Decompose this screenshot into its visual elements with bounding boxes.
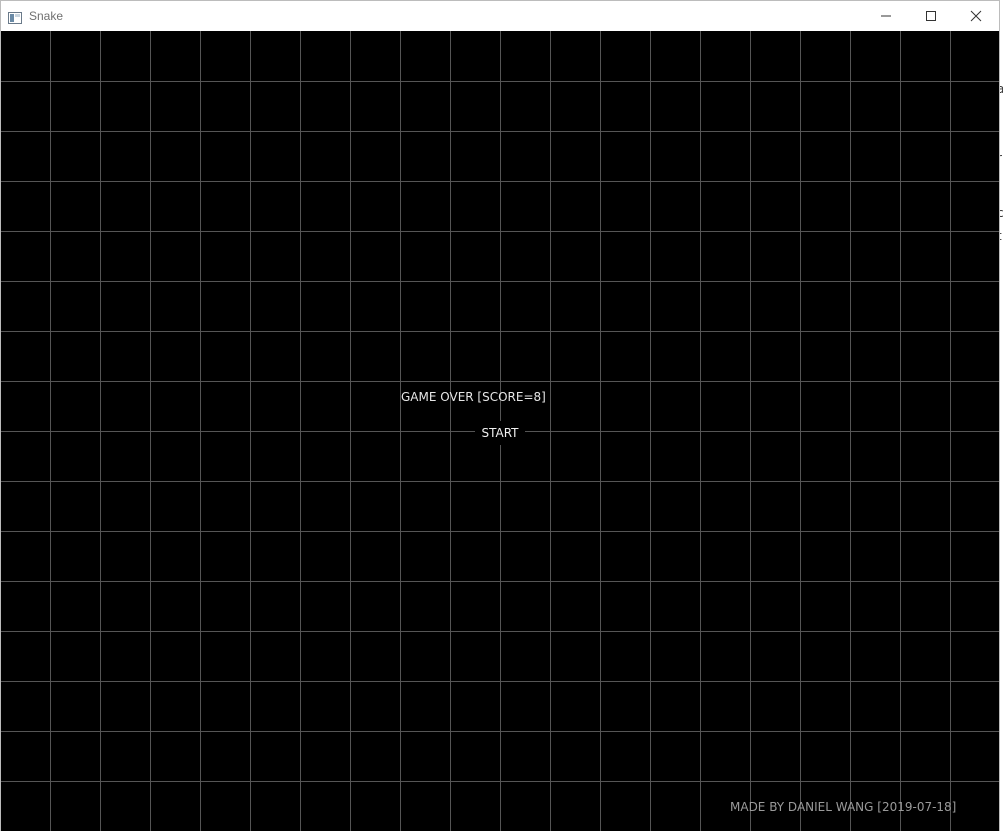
snake-window: Snake GAME OVER [SCORE=8] START MADE BY … (0, 0, 1000, 831)
maximize-button[interactable] (908, 1, 954, 31)
close-button[interactable] (953, 1, 999, 31)
title-bar[interactable]: Snake (1, 1, 999, 31)
background-glyph: r (1000, 151, 1002, 165)
background-glyph: t (1000, 229, 1002, 243)
game-board[interactable]: GAME OVER [SCORE=8] START MADE BY DANIEL… (1, 31, 999, 831)
start-button[interactable]: START (475, 421, 525, 445)
game-over-text: GAME OVER [SCORE=8] (401, 390, 546, 404)
credit-text: MADE BY DANIEL WANG [2019-07-18] (730, 800, 957, 814)
minimize-button[interactable] (863, 1, 909, 31)
window-title: Snake (29, 9, 64, 23)
app-window-icon (8, 9, 22, 24)
